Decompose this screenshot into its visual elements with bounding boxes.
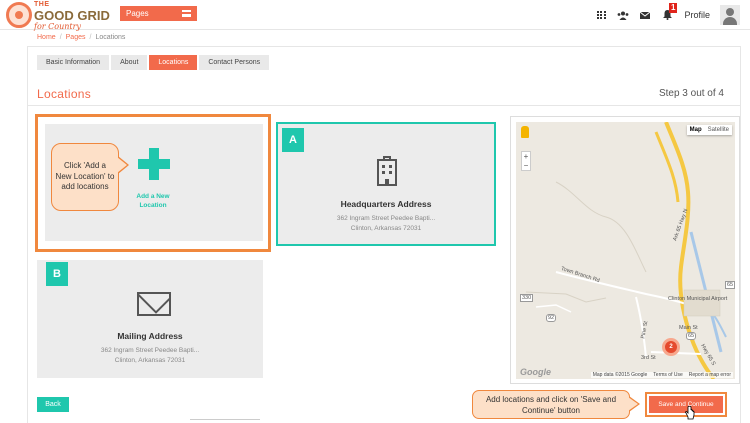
address-letter-badge: B [46, 262, 68, 286]
street-view-pegman-icon[interactable] [521, 126, 529, 138]
breadcrumb-separator: / [59, 34, 62, 41]
headquarters-address-card[interactable]: A Headquarters Address 362 Ingram Street… [276, 122, 496, 246]
page-title: Locations [37, 87, 92, 101]
building-icon [373, 156, 401, 186]
hamburger-menu-icon [182, 10, 191, 17]
apps-grid-button[interactable] [590, 0, 612, 30]
back-button[interactable]: Back [37, 397, 69, 412]
address-line-2: Clinton, Arkansas 72031 [114, 357, 186, 364]
address-line-1: 362 Ingram Street Peedee Bapti... [100, 347, 200, 354]
map-footer: Map data ©2015 Google Terms of Use Repor… [590, 372, 733, 378]
top-icons: 1 Profile [590, 0, 750, 30]
map-type-satellite-button[interactable]: Satellite [704, 125, 732, 135]
breadcrumb-pages[interactable]: Pages [66, 34, 86, 41]
breadcrumb-home[interactable]: Home [37, 34, 56, 41]
page-bottom-edge [190, 419, 260, 423]
save-tooltip: Add locations and click on 'Save and Con… [472, 390, 630, 419]
map-report-error-link[interactable]: Report a map error [689, 372, 731, 378]
add-location-tooltip-text: Click 'Add a New Location' to add locati… [55, 161, 115, 192]
pages-dropdown-button[interactable]: Pages [120, 6, 197, 21]
map-shield-330: 330 [520, 294, 534, 302]
notification-count-badge: 1 [669, 3, 678, 13]
address-title: Headquarters Address [340, 199, 432, 209]
address-line-1: 362 Ingram Street Peedee Bapti... [336, 215, 436, 222]
envelope-icon [640, 11, 651, 19]
hand-cursor-icon [685, 406, 695, 420]
messages-button[interactable] [634, 0, 656, 30]
breadcrumb-separator: / [89, 34, 92, 41]
map-terms-link[interactable]: Terms of Use [653, 372, 682, 378]
map-roads [516, 122, 735, 379]
tab-contact-persons[interactable]: Contact Persons [199, 55, 270, 70]
breadcrumb: Home / Pages / Locations [37, 34, 125, 41]
add-location-tooltip: Click 'Add a New Location' to add locati… [51, 143, 119, 211]
wizard-tabs: Basic Information About Locations Contac… [37, 55, 270, 70]
tooltip-arrow-fill [628, 397, 638, 411]
map-label-airport: Clinton Municipal Airport [668, 296, 728, 302]
users-button[interactable] [612, 0, 634, 30]
envelope-icon [137, 292, 171, 316]
map-shield-92: 92 [546, 314, 557, 322]
map-type-map-button[interactable]: Map [686, 125, 705, 135]
content-border-left [27, 46, 28, 423]
pages-label: Pages [126, 9, 149, 18]
grid-icon [596, 11, 606, 19]
map-canvas[interactable]: Map Satellite + − Town Branch Rd Clinton… [516, 122, 735, 379]
save-tooltip-text: Add locations and click on 'Save and Con… [485, 394, 617, 415]
mailing-address-card[interactable]: B Mailing Address 362 Ingram Street Peed… [37, 260, 263, 378]
plus-icon[interactable] [138, 148, 170, 180]
map-label-main-st: Main St [679, 325, 698, 331]
avatar[interactable] [720, 5, 740, 25]
divider [27, 105, 740, 106]
google-logo: Google [520, 367, 551, 377]
logo-main: GOOD GRID [34, 7, 110, 23]
notifications-button[interactable]: 1 [656, 0, 678, 30]
address-line-2: Clinton, Arkansas 72031 [350, 225, 422, 232]
logo-badge-icon [6, 2, 32, 28]
tab-about[interactable]: About [111, 55, 148, 70]
step-indicator: Step 3 out of 4 [658, 88, 724, 99]
add-location-label[interactable]: Add a New Location [126, 192, 180, 210]
profile-link[interactable]: Profile [684, 10, 710, 20]
zoom-in-button[interactable]: + [522, 152, 530, 161]
tooltip-arrow-fill [117, 157, 127, 173]
address-letter-badge: A [282, 128, 304, 152]
map-marker-cluster[interactable]: 2 [662, 338, 680, 356]
map-attribution: Map data ©2015 Google [592, 372, 648, 378]
zoom-control: + − [521, 151, 531, 171]
users-icon [618, 11, 629, 20]
map-shield-65: 65 [725, 281, 735, 289]
address-title: Mailing Address [117, 331, 183, 341]
map-label-3rd-st: 3rd St [641, 355, 656, 361]
top-navbar: THE GOOD GRID for Country Pages 1 Profil… [0, 0, 750, 31]
map-type-toggle: Map Satellite [686, 125, 732, 135]
breadcrumb-current: Locations [95, 34, 126, 41]
zoom-out-button[interactable]: − [522, 161, 530, 170]
tab-locations[interactable]: Locations [149, 55, 198, 70]
logo[interactable]: THE GOOD GRID for Country [6, 0, 110, 31]
content-border-right [740, 46, 741, 423]
tab-basic-information[interactable]: Basic Information [37, 55, 110, 70]
divider [27, 46, 740, 47]
location-map-panel: Map Satellite + − Town Branch Rd Clinton… [510, 116, 740, 384]
map-shield-65-south: 65 [686, 332, 697, 340]
